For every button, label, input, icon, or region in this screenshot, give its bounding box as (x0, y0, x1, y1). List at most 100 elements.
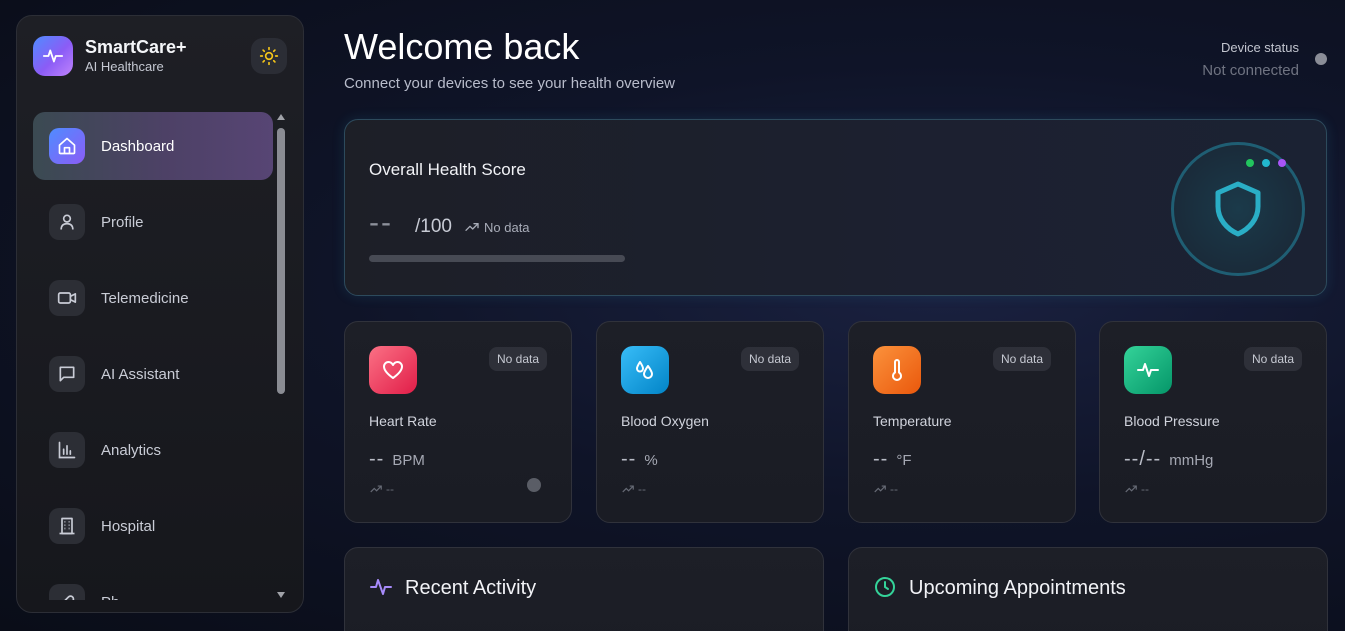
page-subtitle: Connect your devices to see your health … (344, 75, 676, 92)
scroll-up-icon[interactable] (276, 112, 286, 122)
device-status: Device status Not connected (1202, 40, 1299, 79)
metric-value-text: -- (369, 448, 385, 470)
metric-value-text: -- (621, 448, 637, 470)
health-score-title: Overall Health Score (369, 160, 526, 179)
metric-trend: -- (369, 482, 394, 496)
sidebar-item-label: Telemedicine (101, 289, 189, 307)
metric-unit: BPM (392, 452, 425, 469)
sidebar-item-ai-assistant[interactable]: AI Assistant (33, 340, 273, 408)
clock-icon (875, 577, 895, 597)
health-score-trend: No data (464, 219, 530, 235)
sidebar-nav: Dashboard Profile Telemedicine AI Assist… (33, 112, 273, 600)
health-score-max: /100 (415, 216, 452, 237)
status-dot (1315, 53, 1327, 65)
metric-unit: °F (896, 452, 912, 469)
pill-icon (49, 584, 85, 600)
metric-value: --% (621, 448, 658, 471)
metric-card-heart-rate[interactable]: No data Heart Rate -- BPM -- (344, 321, 572, 523)
metric-indicator-dot (527, 478, 541, 492)
metric-value-text: -- (873, 448, 889, 470)
metric-trend-value: -- (1141, 482, 1149, 496)
shield-icon (1215, 181, 1261, 237)
metric-value: -- °F (873, 448, 912, 471)
scroll-down-icon[interactable] (276, 590, 286, 600)
health-score-value: -- (369, 206, 393, 239)
metric-trend: -- (1124, 482, 1149, 496)
appointments-panel: Upcoming Appointments (848, 547, 1328, 631)
device-status-label: Device status (1220, 40, 1299, 55)
trending-up-icon (874, 485, 886, 493)
trending-up-icon (465, 223, 479, 231)
video-icon (49, 280, 85, 316)
chat-icon (49, 356, 85, 392)
sidebar-item-pharmacy[interactable]: Ph (33, 568, 273, 600)
recent-activity-panel: Recent Activity (344, 547, 824, 631)
metric-status-badge: No data (992, 347, 1051, 371)
sidebar-item-analytics[interactable]: Analytics (33, 416, 273, 484)
sidebar-item-profile[interactable]: Profile (33, 188, 273, 256)
brand[interactable]: SmartCare+ AI Healthcare (33, 36, 187, 76)
metric-value-text: --/-- (1124, 448, 1162, 470)
building-icon (49, 508, 85, 544)
metric-trend-value: -- (638, 482, 646, 496)
metric-trend-value: -- (386, 482, 394, 496)
ring-dot-cyan (1262, 159, 1270, 167)
bar-chart-icon (49, 432, 85, 468)
user-icon (49, 204, 85, 240)
trending-up-icon (370, 485, 382, 493)
metric-status-badge: No data (488, 347, 547, 371)
sun-icon (259, 46, 279, 66)
metric-label: Blood Pressure (1124, 413, 1220, 429)
sidebar-scrollbar[interactable] (275, 112, 287, 600)
metric-card-blood-oxygen[interactable]: No data Blood Oxygen --% -- (596, 321, 824, 523)
metric-trend-value: -- (890, 482, 898, 496)
health-score-progress-bar (369, 255, 625, 262)
metric-unit: % (644, 452, 658, 469)
appointments-title: Upcoming Appointments (909, 577, 1126, 599)
metric-card-temperature[interactable]: No data Temperature -- °F -- (848, 321, 1076, 523)
sidebar-item-hospital[interactable]: Hospital (33, 492, 273, 560)
sidebar-item-dashboard[interactable]: Dashboard (33, 112, 273, 180)
home-icon (49, 128, 85, 164)
ring-dot-green (1246, 159, 1254, 167)
brand-logo (33, 36, 73, 76)
page-title: Welcome back (344, 26, 580, 67)
metric-unit: mmHg (1169, 452, 1214, 469)
metric-trend: -- (873, 482, 898, 496)
activity-icon (1124, 346, 1172, 394)
metric-label: Blood Oxygen (621, 413, 709, 429)
trending-up-icon (1125, 485, 1137, 493)
sidebar-item-label: Hospital (101, 517, 156, 535)
health-score-card: Overall Health Score -- /100 No data (344, 119, 1327, 296)
activity-icon (370, 579, 392, 595)
metric-label: Heart Rate (369, 413, 437, 429)
pulse-icon (42, 49, 64, 63)
metric-trend: -- (621, 482, 646, 496)
recent-activity-title: Recent Activity (405, 577, 537, 599)
heart-icon (369, 346, 417, 394)
sidebar-item-label: Analytics (101, 441, 162, 459)
metric-status-badge: No data (740, 347, 799, 371)
sidebar-item-label: Profile (101, 213, 144, 231)
device-status-value: Not connected (1202, 62, 1299, 79)
metric-value: --/-- mmHg (1124, 448, 1213, 471)
sidebar-item-label: Ph (101, 594, 119, 601)
sidebar-item-telemedicine[interactable]: Telemedicine (33, 264, 273, 332)
sidebar-item-label: AI Assistant (101, 365, 180, 383)
sidebar-item-label: Dashboard (101, 137, 175, 155)
theme-toggle-button[interactable] (251, 38, 287, 74)
sidebar: SmartCare+ AI Healthcare Dashboard Profi… (16, 15, 304, 613)
metric-card-blood-pressure[interactable]: No data Blood Pressure --/-- mmHg -- (1099, 321, 1327, 523)
droplets-icon (621, 346, 669, 394)
brand-subtitle: AI Healthcare (85, 59, 164, 74)
ring-dot-purple (1278, 159, 1286, 167)
brand-name: SmartCare+ (85, 37, 187, 57)
health-score-ring (1171, 142, 1305, 276)
metric-status-badge: No data (1243, 347, 1302, 371)
health-score-trend-label: No data (484, 219, 530, 235)
scroll-thumb[interactable] (277, 128, 285, 394)
metric-label: Temperature (873, 413, 952, 429)
thermometer-icon (873, 346, 921, 394)
metric-value: -- BPM (369, 448, 425, 471)
trending-up-icon (622, 485, 634, 493)
